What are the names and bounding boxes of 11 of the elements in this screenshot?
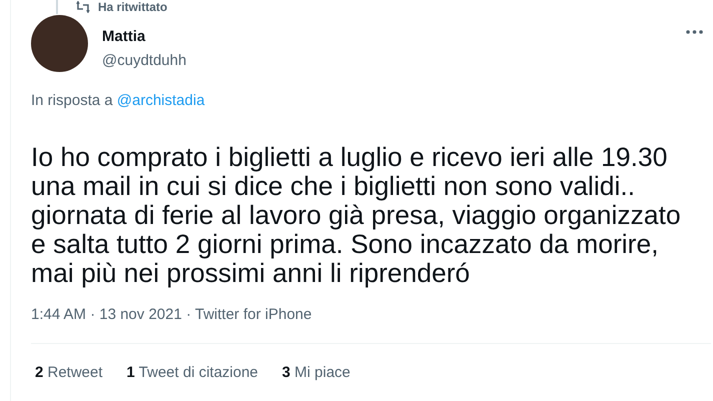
more-icon[interactable] xyxy=(686,30,703,34)
stat-link[interactable]: 3 Mi piace xyxy=(282,364,350,381)
retweeted-label: Ha ritwittato xyxy=(98,0,168,14)
stat-link[interactable]: 2 Retweet xyxy=(35,364,103,381)
tweet-text: Io ho comprato i biglietti a luglio e ricevo ieri alle 19.30 una mail in cui si dice che i biglietti non sono validi.. giornata di ferie al lavoro già presa, viaggio organizzato e salta tutto 2 giorni prima. Sono incazzato da morire, mai più nei prossimi anni li riprenderó xyxy=(31,143,682,288)
user-handle[interactable]: @cuydtduhh xyxy=(102,52,186,69)
tweet-timestamp: 1:44 AM · 13 nov 2021 · Twitter for iPhone xyxy=(31,306,313,323)
retweet-icon xyxy=(76,1,90,13)
reply-context: In risposta a @archistadia xyxy=(31,92,206,109)
user-name[interactable]: Mattia xyxy=(102,28,146,45)
stat-link[interactable]: 1 Tweet di citazione xyxy=(126,364,258,381)
